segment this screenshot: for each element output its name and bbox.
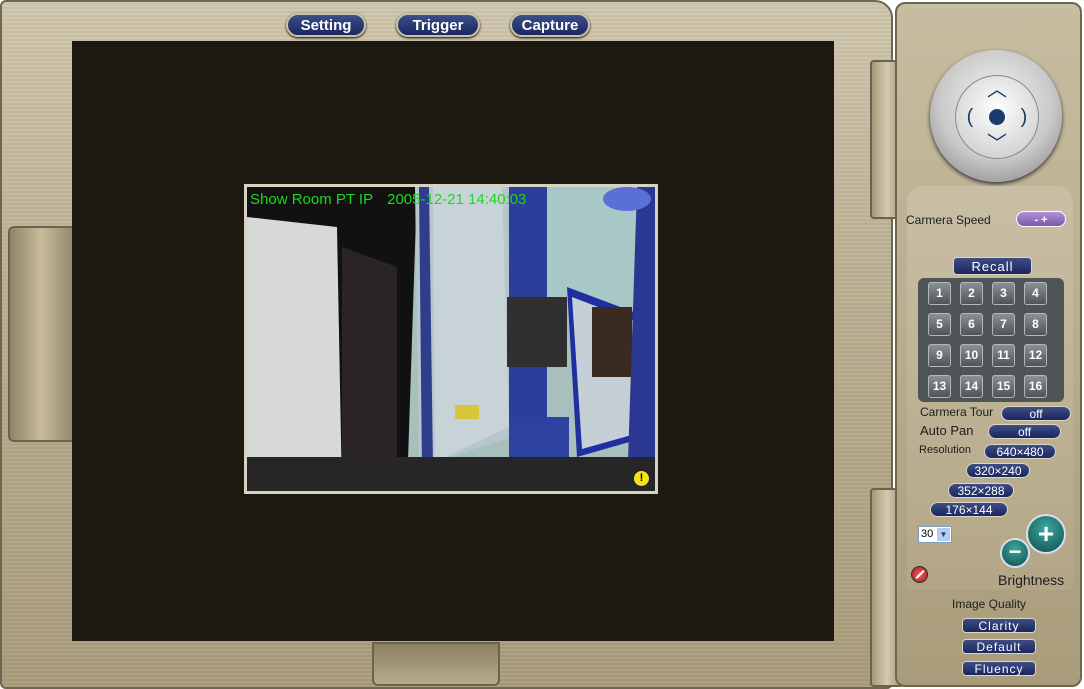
resolution-320-button[interactable]: 320×240 (966, 463, 1030, 478)
preset-button[interactable]: 12 (1024, 344, 1047, 367)
image-quality-label: Image Quality (952, 597, 1027, 611)
chevron-right-icon[interactable]: ) (1014, 107, 1034, 127)
alarm-icon[interactable]: ! (634, 471, 649, 486)
preset-button[interactable]: 14 (960, 375, 983, 398)
camera-tour-label: Carmera Tour (920, 405, 994, 419)
camera-osd: Show Room PT IP 2005-12-21 14:40:03 (250, 191, 540, 208)
fluency-button[interactable]: Fluency (962, 661, 1036, 676)
resolution-640-button[interactable]: 640×480 (984, 444, 1056, 459)
preset-button[interactable]: 5 (928, 313, 951, 336)
brightness-increase-button[interactable]: + (1026, 514, 1066, 554)
frame-left-handle (8, 226, 74, 442)
ptz-control[interactable]: ︿ ﹀ ( ) (930, 50, 1062, 182)
frame-rate-value: 30 (921, 528, 934, 540)
resolution-176-button[interactable]: 176×144 (930, 502, 1008, 517)
frame-rate-select[interactable]: 30 ▼ (918, 526, 952, 543)
live-video[interactable]: Show Room PT IP 2005-12-21 14:40:03 ! (244, 184, 658, 494)
camera-name: Show Room PT IP (250, 191, 374, 208)
preset-button[interactable]: 6 (960, 313, 983, 336)
preset-button[interactable]: 16 (1024, 375, 1047, 398)
auto-pan-label: Auto Pan (920, 423, 974, 438)
chevron-down-icon: ▼ (937, 528, 950, 541)
trigger-button[interactable]: Trigger (396, 13, 480, 37)
preset-grid: 1 2 3 4 5 6 7 8 9 10 11 12 13 14 15 16 (918, 278, 1064, 402)
preset-button[interactable]: 3 (992, 282, 1015, 305)
resolution-352-button[interactable]: 352×288 (948, 483, 1014, 498)
camera-image (247, 187, 655, 491)
ptz-home-icon[interactable] (989, 109, 1005, 125)
preset-button[interactable]: 10 (960, 344, 983, 367)
setting-button[interactable]: Setting (286, 13, 366, 37)
preset-button[interactable]: 13 (928, 375, 951, 398)
auto-pan-toggle[interactable]: off (988, 424, 1061, 439)
chevron-left-icon[interactable]: ( (960, 107, 980, 127)
brightness-label: Brightness (998, 572, 1065, 588)
video-timestamp: 2005-12-21 14:40:03 (387, 191, 527, 208)
recall-button[interactable]: Recall (953, 257, 1032, 275)
frame-bottom-handle (372, 642, 500, 686)
preset-button[interactable]: 4 (1024, 282, 1047, 305)
clarity-button[interactable]: Clarity (962, 618, 1036, 633)
preset-button[interactable]: 1 (928, 282, 951, 305)
brightness-decrease-button[interactable]: − (1000, 538, 1030, 568)
preset-button[interactable]: 2 (960, 282, 983, 305)
default-button[interactable]: Default (962, 639, 1036, 654)
preset-button[interactable]: 7 (992, 313, 1015, 336)
preset-button[interactable]: 9 (928, 344, 951, 367)
resolution-label: Resolution (919, 444, 971, 456)
camera-speed-label: Carmera Speed (906, 213, 991, 227)
preset-button[interactable]: 11 (992, 344, 1015, 367)
chevron-up-icon[interactable]: ︿ (987, 80, 1007, 100)
preset-button[interactable]: 15 (992, 375, 1015, 398)
preset-button[interactable]: 8 (1024, 313, 1047, 336)
ptz-pad[interactable]: ︿ ﹀ ( ) (955, 75, 1039, 159)
audio-mute-icon[interactable] (911, 566, 928, 583)
chevron-down-icon[interactable]: ﹀ (987, 134, 1007, 154)
camera-speed-button[interactable]: - + (1016, 211, 1066, 227)
capture-button[interactable]: Capture (510, 13, 590, 37)
camera-tour-toggle[interactable]: off (1001, 406, 1071, 421)
